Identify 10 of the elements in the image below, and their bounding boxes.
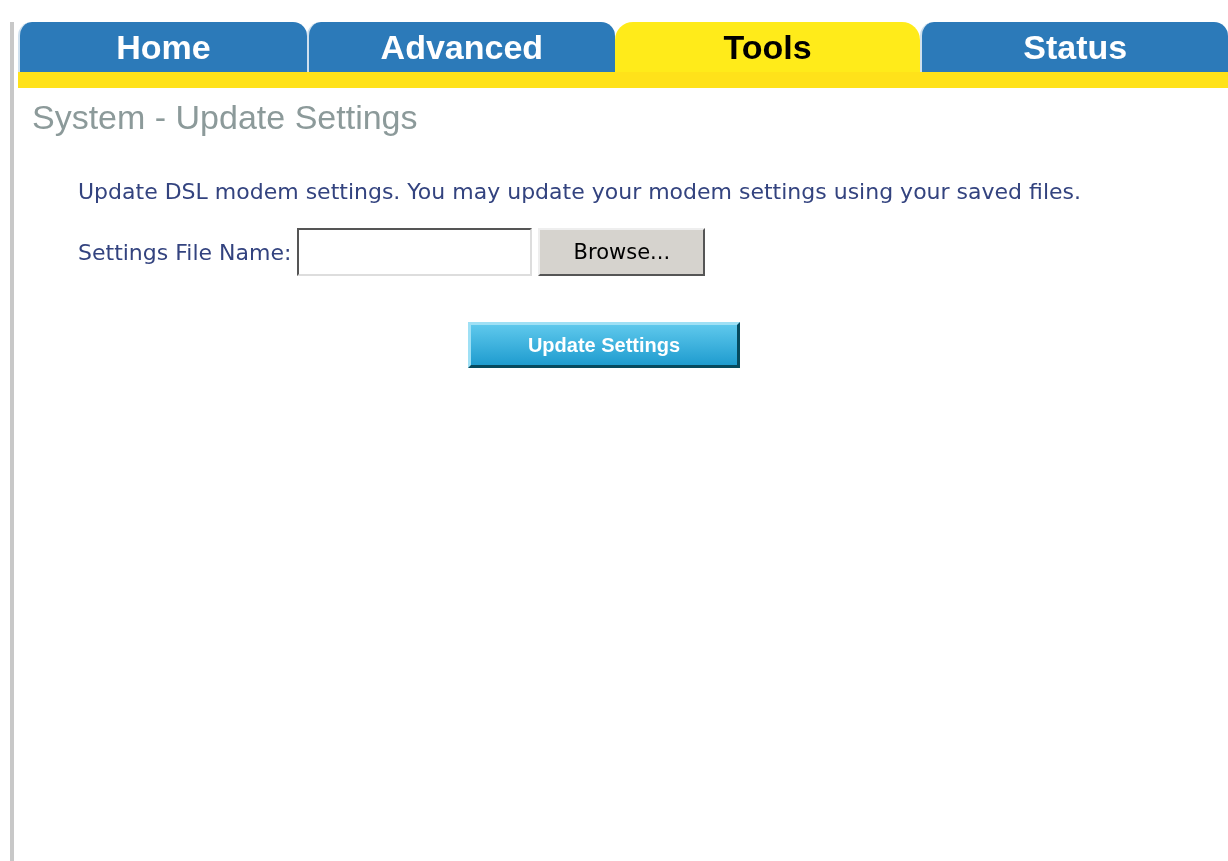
- field-label: Settings File Name:: [78, 239, 292, 265]
- browse-button[interactable]: Browse...: [538, 228, 706, 276]
- nav-tab[interactable]: Status: [920, 22, 1228, 72]
- nav-tab[interactable]: Advanced: [307, 22, 615, 72]
- nav-tab[interactable]: Tools: [614, 22, 921, 72]
- nav-tab[interactable]: Home: [18, 22, 307, 72]
- description-text: Update DSL modem settings. You may update your modem settings using your saved files.: [78, 179, 1082, 204]
- update-settings-button[interactable]: Update Settings: [468, 322, 740, 368]
- page-title: System - Update Settings: [31, 97, 419, 137]
- file-name-field[interactable]: [297, 228, 533, 276]
